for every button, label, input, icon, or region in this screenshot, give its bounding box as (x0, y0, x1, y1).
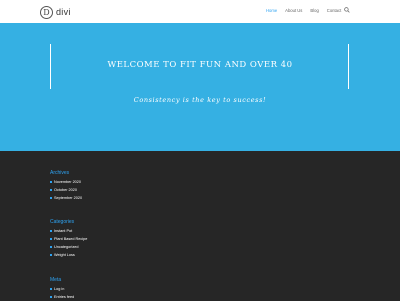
nav-blog[interactable]: Blog (310, 8, 318, 13)
hero-subtitle: Consistency is the key to success! (133, 96, 267, 104)
meta-list: Log in Entries feed (50, 285, 74, 301)
site-header: D divi Home About Us Blog Contact (0, 0, 400, 23)
meta-title: Meta (50, 277, 62, 283)
logo-mark: D (40, 5, 53, 19)
categories-list: Instant Pot Plant Based Recipe Uncategor… (50, 227, 87, 259)
hero-section: WELCOME TO FIT FUN AND OVER 40 Consisten… (0, 23, 400, 151)
category-link-plant-based-recipe[interactable]: Plant Based Recipe (50, 235, 87, 243)
nav-about-us[interactable]: About Us (285, 8, 302, 13)
category-link-instant-pot[interactable]: Instant Pot (50, 227, 87, 235)
nav-home[interactable]: Home (266, 8, 277, 13)
category-link-uncategorized[interactable]: Uncategorized (50, 243, 87, 251)
archive-link-november-2020[interactable]: November 2020 (50, 178, 82, 186)
category-link-weight-loss[interactable]: Weight Loss (50, 251, 87, 259)
footer-widgets: Archives November 2020 October 2020 Sept… (0, 151, 400, 300)
search-icon[interactable] (344, 7, 350, 13)
logo-text: divi (56, 7, 71, 17)
nav-contact[interactable]: Contact (327, 8, 341, 13)
site-logo[interactable]: D divi (40, 5, 71, 19)
main-nav: Home About Us Blog Contact (266, 8, 349, 13)
categories-title: Categories (50, 219, 75, 225)
archives-list: November 2020 October 2020 September 202… (50, 178, 82, 202)
archives-title: Archives (50, 170, 70, 176)
archive-link-october-2020[interactable]: October 2020 (50, 186, 82, 194)
archive-link-september-2020[interactable]: September 2020 (50, 194, 82, 202)
meta-link-log-in[interactable]: Log in (50, 285, 74, 293)
hero-title: WELCOME TO FIT FUN AND OVER 40 (107, 60, 293, 70)
